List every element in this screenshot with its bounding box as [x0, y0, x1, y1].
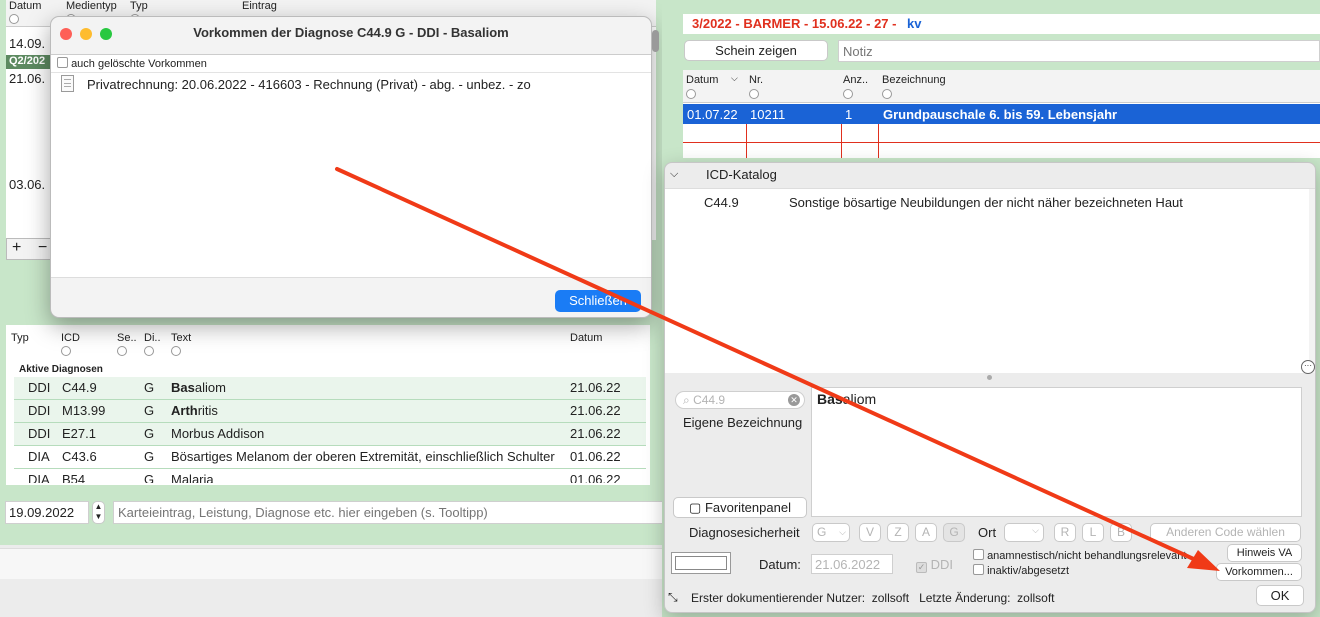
- arrow-head: [1187, 550, 1220, 571]
- annotation-arrow: [335, 167, 1220, 571]
- arrow-line: [335, 167, 1200, 563]
